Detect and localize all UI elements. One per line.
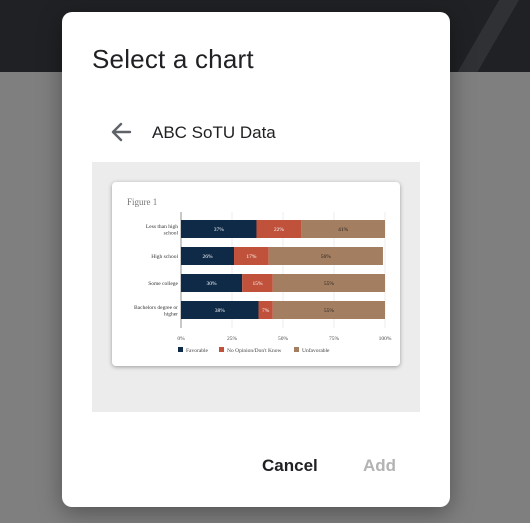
data-label: 17%: [246, 254, 257, 260]
legend-label: Unfavorable: [302, 347, 330, 354]
data-label: 55%: [324, 308, 335, 314]
data-label: 15%: [252, 281, 263, 287]
cancel-button[interactable]: Cancel: [262, 456, 318, 476]
data-label: 30%: [207, 281, 218, 287]
x-tick-label: 0%: [177, 336, 185, 342]
legend-label: No Opinion/Don't Know: [227, 348, 281, 354]
chart-thumbnail[interactable]: Figure 1 0% 25% 50% 75% 100% Less than high sch…: [112, 182, 400, 366]
chart-title: Figure 1: [127, 197, 157, 207]
dataset-title: ABC SoTU Data: [152, 123, 276, 142]
data-label: 7%: [262, 308, 270, 314]
legend-swatch: [178, 347, 183, 352]
category-label: High school: [151, 254, 178, 260]
category-label: school: [164, 230, 179, 236]
dialog-title: Select a chart: [92, 44, 254, 74]
x-tick-label: 100%: [379, 336, 392, 342]
x-tick-label: 75%: [329, 336, 340, 342]
back-button[interactable]: [108, 118, 136, 146]
data-label: 37%: [214, 227, 225, 233]
data-label: 55%: [324, 281, 335, 287]
select-chart-dialog: Select a chart ABC SoTU Data Figure 1 0% 2…: [62, 12, 450, 507]
data-label: 26%: [202, 254, 213, 260]
x-tick-label: 50%: [278, 336, 289, 342]
x-tick-label: 25%: [227, 336, 238, 342]
data-label: 38%: [215, 308, 226, 314]
arrow-left-icon: [111, 122, 132, 142]
chart-preview-area: Figure 1 0% 25% 50% 75% 100% Less than high sch…: [92, 162, 420, 412]
category-label: Less than high: [146, 224, 178, 230]
category-label: higher: [164, 311, 178, 317]
data-label: 56%: [321, 254, 332, 260]
category-label: Some college: [148, 281, 178, 287]
data-label: 41%: [338, 227, 349, 233]
category-label: Bachelors degree or: [134, 305, 178, 311]
stacked-bar-chart: Figure 1 0% 25% 50% 75% 100% Less than highsch…: [127, 197, 392, 354]
header-decoration: [440, 0, 530, 72]
legend-swatch: [219, 347, 224, 352]
add-button[interactable]: Add: [363, 456, 396, 476]
legend-label: Favorable: [186, 348, 209, 354]
legend-swatch: [294, 347, 299, 352]
data-label: 22%: [274, 227, 285, 233]
